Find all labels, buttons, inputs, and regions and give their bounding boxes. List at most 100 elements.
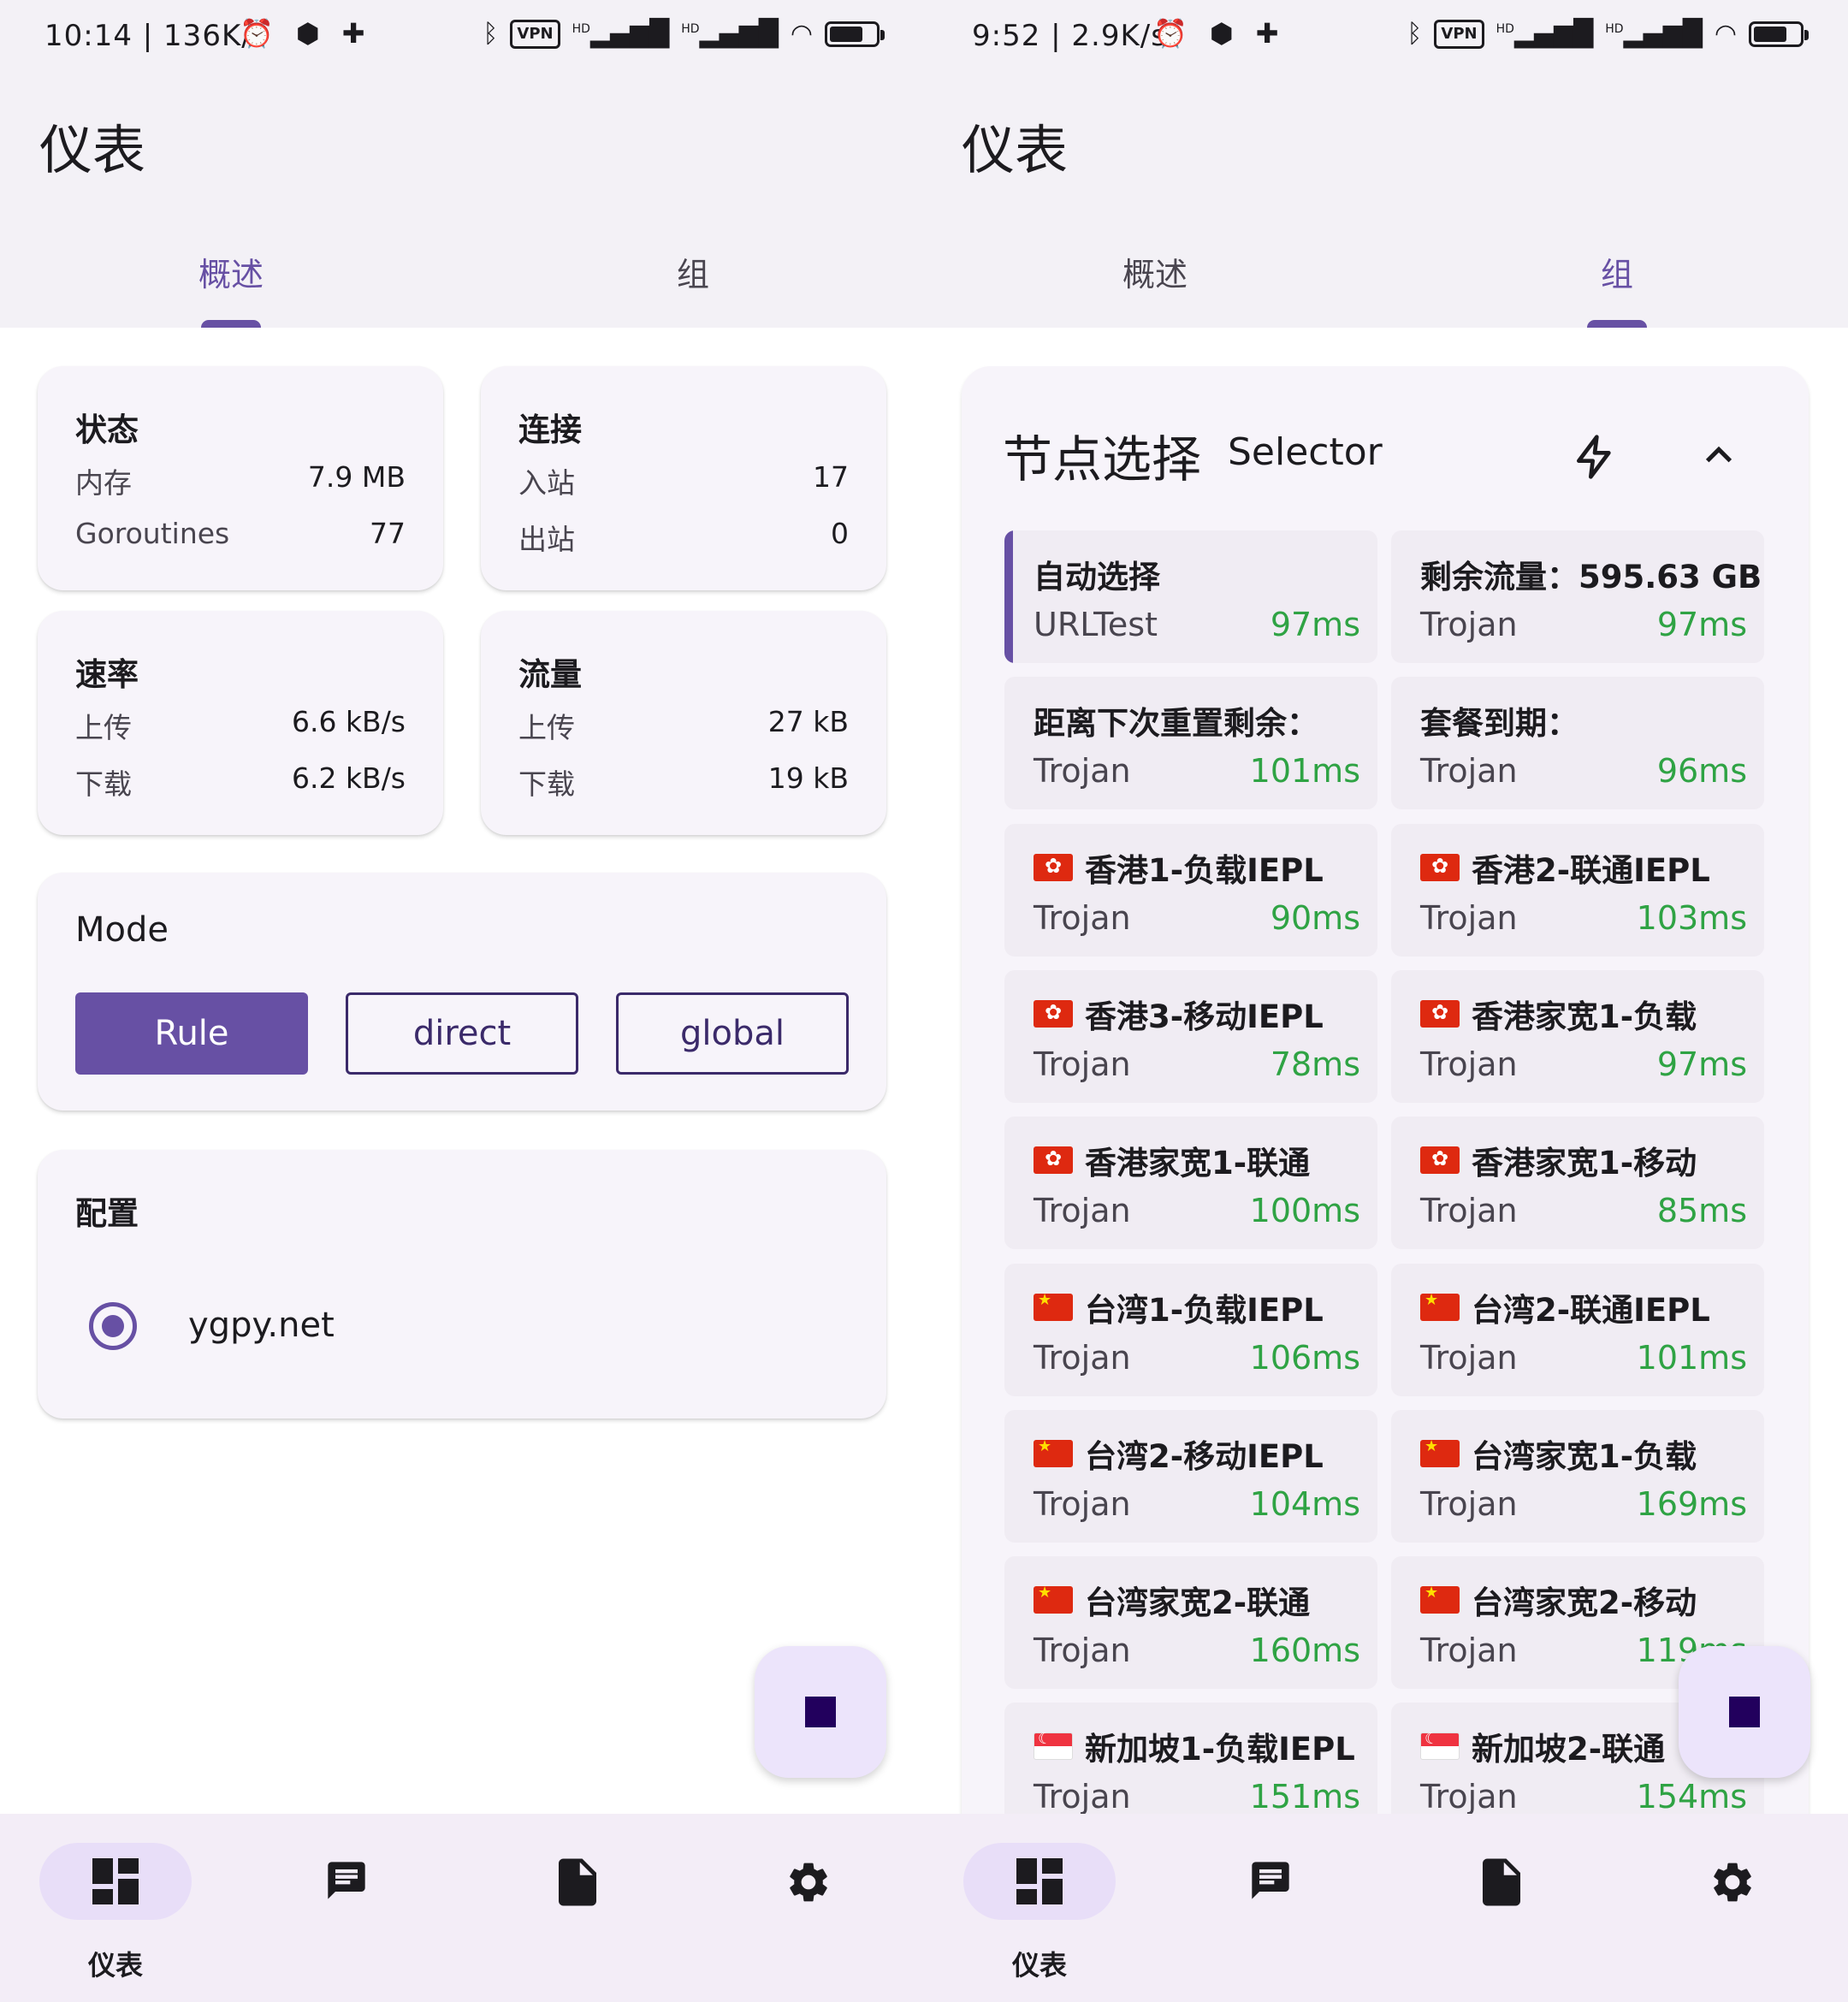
proxy-item[interactable]: 香港家宽1-联通 Trojan 100ms <box>1004 1116 1377 1250</box>
signal-icon: HD▂▄▆█ <box>572 19 670 49</box>
tab-groups[interactable]: 组 <box>462 248 924 295</box>
app-notification-icon: ⬢ <box>295 17 320 50</box>
status-time: 10:14 | 136K/s <box>44 19 269 53</box>
mode-global-button[interactable]: global <box>616 992 849 1075</box>
proxy-item[interactable]: 台湾1-负载IEPL Trojan 106ms <box>1004 1263 1377 1396</box>
proxy-type: Trojan <box>1034 1192 1131 1230</box>
proxy-item[interactable]: 台湾2-移动IEPL Trojan 104ms <box>1004 1409 1377 1543</box>
flag-hk-icon <box>1420 852 1460 881</box>
tab-indicator <box>201 320 261 328</box>
proxy-name: 香港家宽1-移动 <box>1420 1137 1697 1183</box>
nav-profiles[interactable] <box>1386 1843 1617 1980</box>
proxy-item[interactable]: 自动选择 URLTest 97ms <box>1004 530 1377 663</box>
battery-icon <box>1749 21 1809 47</box>
proxy-delay: 101ms <box>1636 1338 1747 1377</box>
proxy-name: 新加坡2-联通 <box>1420 1723 1665 1769</box>
lightning-icon[interactable] <box>1571 429 1619 484</box>
nav-logs[interactable] <box>1155 1843 1386 1980</box>
flag-cn-icon <box>1420 1436 1460 1467</box>
proxy-name: 台湾家宽2-移动 <box>1420 1577 1697 1623</box>
goroutines-row: Goroutines 77 <box>75 517 406 550</box>
flag-sg-icon <box>1420 1730 1460 1761</box>
proxy-item[interactable]: 套餐到期： Trojan 96ms <box>1391 677 1764 810</box>
nav-profiles[interactable] <box>462 1843 693 1980</box>
status-bar: 10:14 | 136K/s ⏰ ⬢ ✚ ᛒ VPN HD▂▄▆█ HD▂▄▆█… <box>0 0 924 77</box>
proxy-delay: 97ms <box>1656 606 1747 643</box>
stop-icon <box>805 1697 836 1727</box>
nav-logs[interactable] <box>231 1843 462 1980</box>
proxy-name: 台湾2-联通IEPL <box>1420 1284 1710 1330</box>
signal-icon-2: HD▂▄▆█ <box>1605 19 1703 49</box>
proxy-delay: 106ms <box>1249 1338 1360 1377</box>
proxy-type: Trojan <box>1420 752 1518 791</box>
download-traffic-row: 下载 19 kB <box>518 761 849 801</box>
tab-overview[interactable]: 概述 <box>0 248 462 328</box>
connections-card: 连接 入站 17 出站 0 <box>481 366 886 590</box>
proxy-item[interactable]: 台湾2-联通IEPL Trojan 101ms <box>1391 1263 1764 1396</box>
proxy-type: Trojan <box>1420 1484 1518 1523</box>
bottom-navigation: 仪表 <box>0 1814 924 2002</box>
signal-icon: HD▂▄▆█ <box>1496 19 1594 49</box>
card-title: 状态 <box>75 412 139 448</box>
proxy-item[interactable]: 香港3-移动IEPL Trojan 78ms <box>1004 969 1377 1103</box>
proxy-item[interactable]: 香港家宽1-负载 Trojan 97ms <box>1391 969 1764 1103</box>
dashboard-icon <box>1016 1858 1063 1904</box>
proxy-name: 距离下次重置剩余： <box>1034 705 1318 743</box>
proxy-item[interactable]: 香港家宽1-移动 Trojan 85ms <box>1391 1116 1764 1250</box>
stop-fab-button[interactable] <box>1679 1646 1810 1778</box>
proxy-delay: 85ms <box>1656 1192 1747 1230</box>
nav-dashboard[interactable]: 仪表 <box>924 1843 1155 1981</box>
file-icon <box>559 1858 596 1906</box>
nav-settings[interactable] <box>1617 1843 1848 1980</box>
rate-card: 速率 上传 6.6 kB/s 下载 6.2 kB/s <box>38 611 443 835</box>
flag-cn-icon <box>1034 1436 1073 1467</box>
proxy-name: 香港家宽1-联通 <box>1034 1137 1310 1183</box>
proxy-delay: 101ms <box>1249 752 1360 791</box>
mode-rule-button[interactable]: Rule <box>75 992 308 1075</box>
chevron-up-icon[interactable] <box>1699 438 1738 472</box>
proxy-delay: 151ms <box>1249 1778 1360 1816</box>
flag-hk-icon <box>1034 998 1073 1028</box>
nav-dashboard[interactable]: 仪表 <box>0 1843 231 1981</box>
mode-direct-button[interactable]: direct <box>346 992 578 1075</box>
profile-name[interactable]: ygpy.net <box>188 1306 335 1345</box>
proxy-item[interactable]: 距离下次重置剩余： Trojan 101ms <box>1004 677 1377 810</box>
proxy-item[interactable]: 香港1-负载IEPL Trojan 90ms <box>1004 823 1377 957</box>
stop-fab-button[interactable] <box>755 1646 886 1778</box>
proxy-item[interactable]: 台湾家宽2-联通 Trojan 160ms <box>1004 1556 1377 1690</box>
alarm-icon: ⏰ <box>1153 17 1188 50</box>
flag-hk-icon <box>1034 1145 1073 1175</box>
right-screen: 9:52 | 2.9K/s ⏰ ⬢ ✚ ᛒ VPN HD▂▄▆█ HD▂▄▆█ … <box>924 0 1848 2002</box>
status-left-icons: ⏰ ⬢ ✚ <box>240 17 365 50</box>
tab-bar: 概述 组 <box>0 248 924 328</box>
message-icon <box>328 1862 365 1899</box>
proxy-item[interactable]: 台湾家宽1-负载 Trojan 169ms <box>1391 1409 1764 1543</box>
vpn-icon: VPN <box>1434 19 1484 49</box>
card-title: 速率 <box>75 656 139 693</box>
proxy-name: 剩余流量：595.63 GB <box>1420 559 1762 595</box>
proxy-type: Trojan <box>1034 1778 1131 1816</box>
status-bar: 9:52 | 2.9K/s ⏰ ⬢ ✚ ᛒ VPN HD▂▄▆█ HD▂▄▆█ … <box>924 0 1848 77</box>
proxy-name: 香港2-联通IEPL <box>1420 844 1710 891</box>
tab-overview[interactable]: 概述 <box>924 248 1386 295</box>
proxy-item[interactable]: 剩余流量：595.63 GB Trojan 97ms <box>1391 530 1764 663</box>
proxy-delay: 104ms <box>1249 1484 1360 1523</box>
proxy-name: 台湾2-移动IEPL <box>1034 1430 1324 1477</box>
config-card: 配置 <box>38 1150 886 1419</box>
tab-groups[interactable]: 组 <box>1386 248 1848 328</box>
vpn-icon: VPN <box>510 19 560 49</box>
tab-overview-label: 概述 <box>1122 256 1188 293</box>
proxy-item[interactable]: 香港2-联通IEPL Trojan 103ms <box>1391 823 1764 957</box>
nav-dashboard-label: 仪表 <box>1011 1949 1067 1981</box>
file-icon <box>1483 1858 1520 1906</box>
status-left-icons: ⏰ ⬢ ✚ <box>1153 17 1279 50</box>
proxy-delay: 100ms <box>1249 1192 1360 1230</box>
proxy-name: 套餐到期： <box>1420 705 1578 743</box>
proxy-type: Trojan <box>1420 1045 1518 1083</box>
status-card: 状态 内存 7.9 MB Goroutines 77 <box>38 366 443 590</box>
card-title: 配置 <box>75 1195 139 1232</box>
download-rate-row: 下载 6.2 kB/s <box>75 761 406 801</box>
nav-settings[interactable] <box>693 1843 924 1980</box>
profile-radio[interactable] <box>89 1302 137 1350</box>
proxy-delay: 154ms <box>1636 1778 1747 1816</box>
